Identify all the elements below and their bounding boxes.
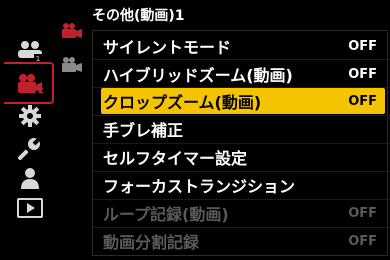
menu-item-hybrid-zoom[interactable]: ハイブリッドズーム(動画) OFF xyxy=(101,61,385,87)
camera-menu-screen: 1 2 その他(動画)1 サイレントモード OFF ハイブリッドズーム(動画) … xyxy=(0,0,390,260)
menu-item-loop-recording: ループ記録(動画) OFF xyxy=(101,200,385,226)
menu-category-sidebar: 1 2 xyxy=(0,0,92,260)
menu-item-value: OFF xyxy=(348,233,377,249)
video-camera-badge: 2 xyxy=(38,86,44,95)
menu-item-label: 手ブレ補正 xyxy=(103,121,184,140)
page-title: その他(動画)1 xyxy=(92,8,185,24)
menu-item-label: セルフタイマー設定 xyxy=(103,149,248,168)
menu-item-value: OFF xyxy=(348,38,377,54)
menu-item-value: OFF xyxy=(348,66,377,82)
group-mode-icon[interactable]: 1 xyxy=(12,36,48,64)
menu-item-label: サイレントモード xyxy=(103,38,232,57)
menu-item-label: ループ記録(動画) xyxy=(103,205,229,224)
video-sub-icon-2[interactable] xyxy=(60,54,84,76)
video-sub-icon-1[interactable] xyxy=(60,20,84,42)
menu-item-label: 動画分割記録 xyxy=(103,233,200,252)
menu-item-label: クロップズーム(動画) xyxy=(103,93,262,112)
menu-item-label: ハイブリッドズーム(動画) xyxy=(103,66,293,85)
video-camera-icon[interactable]: 2 xyxy=(12,70,48,98)
play-icon[interactable] xyxy=(12,194,48,222)
menu-item-value: OFF xyxy=(348,205,377,221)
divider xyxy=(93,59,390,60)
menu-list: サイレントモード OFF ハイブリッドズーム(動画) OFF クロップズーム(動… xyxy=(92,30,390,256)
menu-item-value: OFF xyxy=(348,93,377,109)
menu-item-silent-mode[interactable]: サイレントモード OFF xyxy=(101,33,385,59)
menu-item-segmented-recording: 動画分割記録 OFF xyxy=(101,228,385,254)
gear-icon[interactable] xyxy=(12,102,48,130)
svg-text:1: 1 xyxy=(36,55,40,62)
menu-item-label: フォーカストランジション xyxy=(103,177,296,196)
menu-item-crop-zoom[interactable]: クロップズーム(動画) OFF xyxy=(101,88,385,114)
menu-item-self-timer[interactable]: セルフタイマー設定 xyxy=(101,144,385,170)
menu-item-image-stabilizer[interactable]: 手ブレ補正 xyxy=(101,116,385,142)
wrench-icon[interactable] xyxy=(12,134,48,162)
person-icon[interactable] xyxy=(12,164,48,192)
menu-item-focus-transition[interactable]: フォーカストランジション xyxy=(101,172,385,198)
